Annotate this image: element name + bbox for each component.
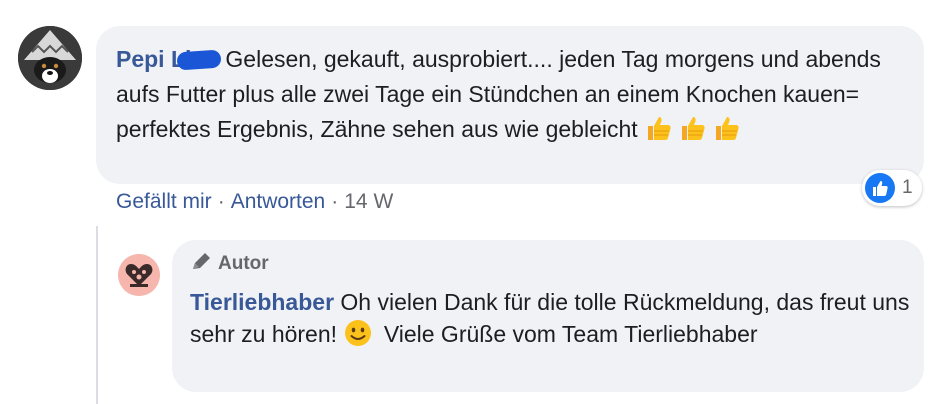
- reply-link[interactable]: Antworten: [231, 190, 326, 213]
- comment-body: Pepi Li Gelesen, gekauft, ausprobiert....…: [116, 42, 906, 147]
- separator-dot: ·: [217, 190, 225, 213]
- reaction-summary[interactable]: 1: [862, 170, 922, 206]
- reply-bubble: Autor Tierliebhaber Oh vielen Dank für d…: [172, 240, 924, 392]
- thumbs-up-icon: [682, 117, 705, 140]
- reply-text-part2: Viele Grüße vom Team Tierliebhaber: [383, 321, 758, 347]
- reaction-count: 1: [902, 177, 913, 198]
- comment-text: Gelesen, gekauft, ausprobiert.... jeden …: [116, 46, 881, 142]
- thumbs-up-icon: [648, 117, 671, 140]
- comment-bubble: Pepi Li Gelesen, gekauft, ausprobiert....…: [96, 26, 924, 184]
- thread-connector: [96, 226, 98, 404]
- page-logo-icon: [118, 254, 160, 296]
- page-avatar[interactable]: [118, 254, 160, 296]
- redaction-mark: [176, 49, 222, 71]
- commenter-avatar[interactable]: [18, 26, 82, 90]
- thumbs-up-icon: [716, 117, 739, 140]
- reply-body: Tierliebhaber Oh vielen Dank für die tol…: [190, 286, 910, 350]
- comment-timestamp[interactable]: 14 W: [344, 190, 393, 213]
- separator-dot: ·: [331, 190, 339, 213]
- like-reaction-icon: [865, 173, 895, 203]
- reply-author-name[interactable]: Tierliebhaber: [190, 289, 334, 315]
- dog-photo: [18, 26, 82, 90]
- comment-actions: Gefällt mir · Antworten · 14 W: [116, 190, 393, 214]
- author-badge-label: Autor: [218, 253, 269, 274]
- smiling-face-icon: [345, 320, 372, 346]
- author-badge: Autor: [190, 252, 269, 275]
- pencil-icon: [193, 253, 210, 269]
- like-link[interactable]: Gefällt mir: [116, 190, 212, 213]
